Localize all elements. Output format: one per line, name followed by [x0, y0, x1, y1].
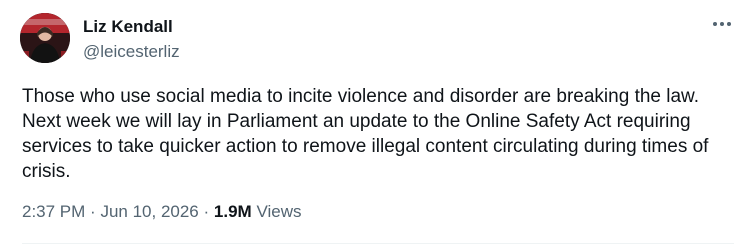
author-avatar[interactable] — [20, 13, 70, 63]
views-count[interactable]: 1.9M — [214, 202, 252, 221]
more-horizontal-icon — [713, 22, 731, 26]
profile-photo-icon — [20, 13, 70, 63]
author-name[interactable]: Liz Kendall — [83, 16, 173, 38]
tweet-date[interactable]: Jun 10, 2026 — [100, 202, 198, 221]
author-handle[interactable]: @leicesterliz — [83, 41, 180, 63]
meta-separator: · — [203, 202, 210, 221]
divider — [22, 243, 734, 244]
tweet-meta: 2:37 PM · Jun 10, 2026 · 1.9M Views — [22, 201, 301, 223]
views-label: Views — [256, 202, 302, 221]
tweet-text: Those who use social media to incite vio… — [22, 86, 709, 182]
tweet-time[interactable]: 2:37 PM — [22, 202, 85, 221]
meta-separator: · — [90, 202, 96, 221]
more-options-button[interactable] — [710, 14, 734, 34]
